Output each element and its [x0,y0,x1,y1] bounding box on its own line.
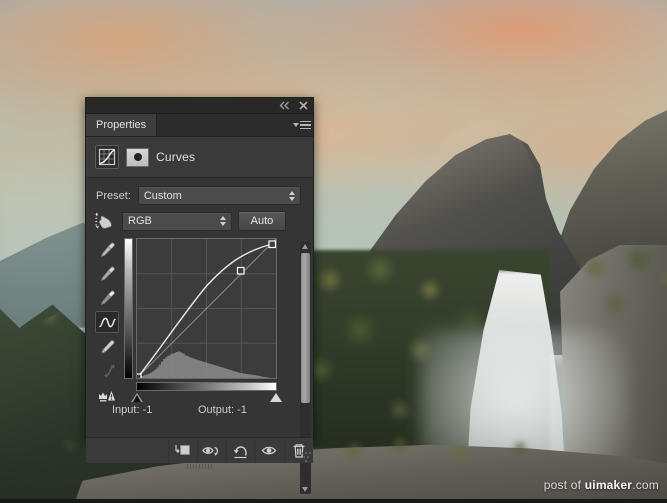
curves-plot[interactable] [137,239,276,378]
output-value: -1 [237,404,247,416]
page-title: Curves [156,150,195,164]
panel-tabstrip: Properties [86,114,313,137]
output-label: Output: [198,404,234,416]
clip-to-layer-button[interactable] [168,439,197,462]
watermark-brand: uimaker [585,478,632,492]
preset-label: Preset: [96,190,131,202]
adjustment-header: Curves [86,137,313,178]
watermark: post of uimaker.com [544,478,659,492]
auto-button-label: Auto [251,215,274,227]
channel-select[interactable]: RGB [122,212,232,231]
panel-body: Preset: Custom [86,178,313,437]
input-readout: Input: -1 [112,404,198,416]
sample-gray-point-eyedropper-icon[interactable] [96,263,118,283]
properties-panel[interactable]: Properties Curves [85,97,314,440]
channel-value: RGB [128,215,216,227]
tab-properties-label: Properties [96,119,146,131]
mask-dot [134,153,142,161]
scrollbar-thumb[interactable] [301,253,310,403]
curve-readout: Input: -1 Output: -1 [86,404,313,416]
graph-area [86,231,313,405]
reset-adjustment-button[interactable] [226,439,255,462]
scroll-up-arrow-icon[interactable] [302,244,308,249]
auto-button[interactable]: Auto [238,211,286,231]
watermark-suffix: .com [632,478,659,492]
watermark-prefix: post of [544,478,585,492]
panel-menu-icon[interactable] [291,114,313,136]
sample-black-point-eyedropper-icon[interactable] [96,239,118,259]
scroll-down-arrow-icon[interactable] [302,487,308,492]
eye-icon [261,444,279,457]
photo-bottom-edge [0,499,667,503]
curves-display-options-icon[interactable] [96,385,118,405]
input-label: Input: [112,404,140,416]
input-value: -1 [143,404,153,416]
preset-row: Preset: Custom [86,178,313,205]
panel-menu-glyph [293,121,311,130]
channel-row: RGB Auto [86,205,313,231]
reset-arrow-icon [232,443,250,459]
sample-white-point-eyedropper-icon[interactable] [96,287,118,307]
white-point-slider[interactable] [270,393,282,402]
stepper-updown-icon[interactable] [289,191,295,201]
preset-value: Custom [144,190,285,202]
control-point-black [137,374,141,378]
tab-properties[interactable]: Properties [86,114,157,136]
toggle-layer-visibility-button[interactable] [255,439,284,462]
control-point-white [269,241,276,248]
tabstrip-filler [157,114,291,136]
smooth-curve-icon[interactable] [96,361,118,381]
black-point-slider-fill [133,395,141,402]
panel-dragbar[interactable] [86,98,313,114]
layer-mask-thumbnail-icon[interactable] [126,148,149,167]
preset-select[interactable]: Custom [138,186,301,205]
screen: post of uimaker.com [0,0,667,503]
panel-footer [86,437,313,463]
clip-to-layer-icon [174,443,192,458]
hamburger-lines-icon [300,121,311,130]
on-image-adjustment-hand-icon[interactable] [94,211,116,231]
histogram [137,351,270,378]
curves-tools-column [94,238,120,405]
draw-pencil-icon[interactable] [96,337,118,357]
dragbar-buttons [279,98,309,113]
output-gradient-bar [124,238,133,379]
control-point-mid [238,268,245,275]
curves-grid[interactable] [136,238,277,379]
edit-points-curve-icon[interactable] [95,311,119,333]
output-readout: Output: -1 [198,404,247,416]
eye-arrow-icon [202,443,222,458]
toggle-previous-state-button[interactable] [197,439,226,462]
close-icon[interactable] [298,100,309,111]
input-gradient-bar [136,382,277,391]
panel-bottom-resize-handle[interactable] [187,464,213,469]
curves-adjustment-icon[interactable] [95,145,119,169]
chevron-down-icon [293,123,299,127]
channel-stepper-icon[interactable] [220,216,226,226]
panel-resize-grip[interactable] [301,452,311,462]
collapse-to-icons-icon[interactable] [279,100,290,111]
